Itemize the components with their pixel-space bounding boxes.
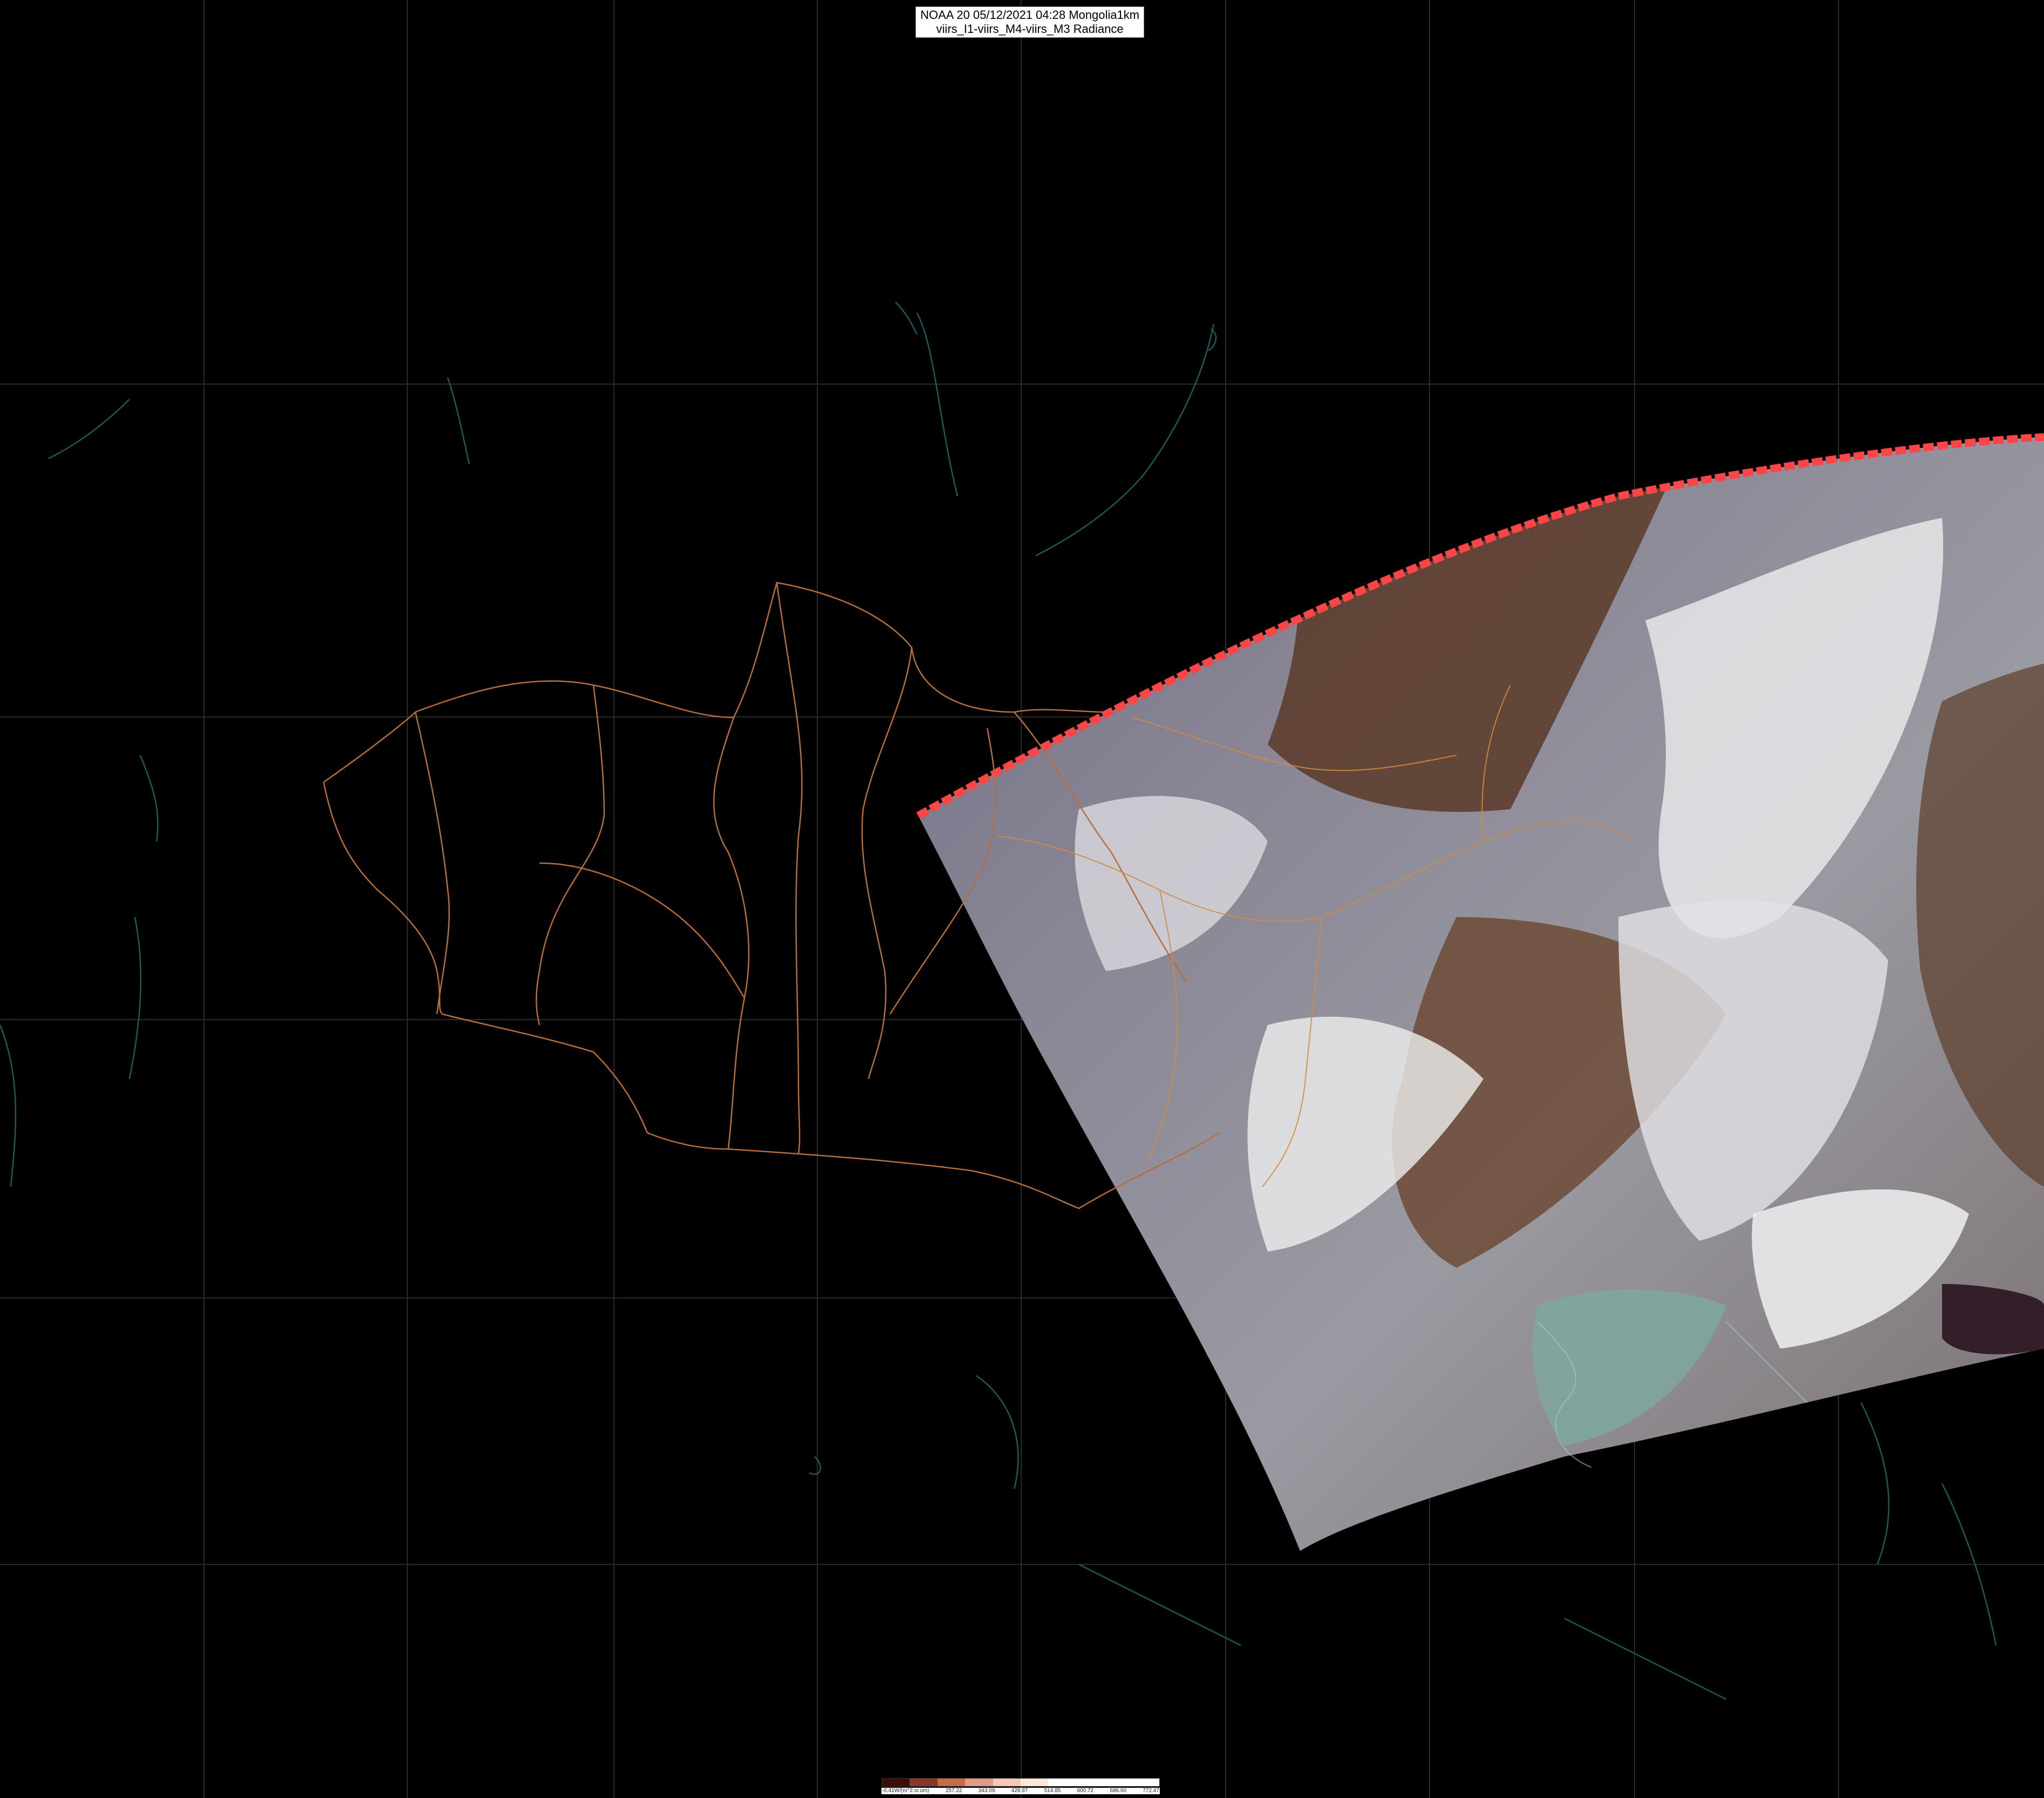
legend-swatch — [882, 1779, 910, 1786]
legend-label: 257.22 — [945, 1788, 962, 1794]
satellite-map — [0, 0, 2044, 1798]
map-title: NOAA 20 05/12/2021 04:28 Mongolia1km vii… — [915, 6, 1145, 38]
color-legend: -0.41W/(m^2.sr.um) 257.22 343.09 428.97 514.… — [881, 1778, 1160, 1795]
title-line-2: viirs_I1-viirs_M4-viirs_M3 Radiance — [936, 22, 1124, 36]
legend-label: 686.60 — [1110, 1788, 1127, 1794]
legend-swatch — [937, 1779, 966, 1786]
legend-swatch — [910, 1779, 938, 1786]
legend-swatch — [1131, 1779, 1160, 1786]
legend-label: 343.09 — [978, 1788, 995, 1794]
legend-label: 600.72 — [1077, 1788, 1094, 1794]
legend-swatch — [1021, 1779, 1049, 1786]
legend-swatch — [993, 1779, 1021, 1786]
legend-color-bar — [881, 1778, 1160, 1787]
legend-swatch — [1076, 1779, 1104, 1786]
legend-label: 514.85 — [1044, 1788, 1061, 1794]
legend-label: -0.41W/(m^2.sr.um) — [882, 1788, 929, 1794]
legend-labels: -0.41W/(m^2.sr.um) 257.22 343.09 428.97 514.… — [881, 1788, 1160, 1794]
title-line-1: NOAA 20 05/12/2021 04:28 Mongolia1km — [920, 8, 1140, 22]
legend-swatch — [1048, 1779, 1076, 1786]
legend-label: 428.97 — [1011, 1788, 1028, 1794]
legend-swatch — [965, 1779, 993, 1786]
legend-swatch — [1104, 1779, 1132, 1786]
legend-label: 772.47 — [1143, 1788, 1159, 1794]
